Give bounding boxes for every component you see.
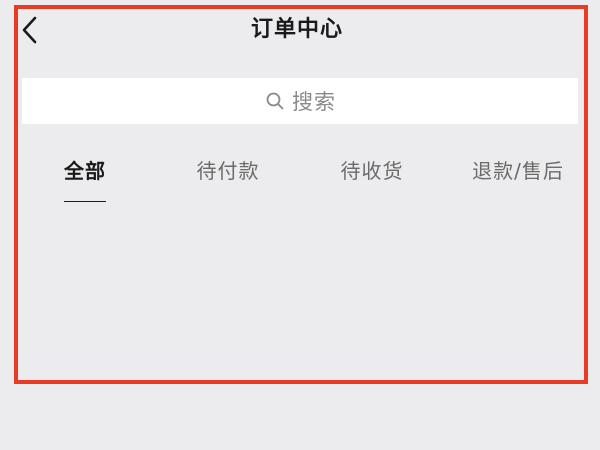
active-tab-indicator: [64, 201, 106, 202]
search-icon: [264, 90, 286, 112]
order-status-tabs: 全部 待付款 待收货 退款/售后: [22, 146, 578, 206]
search-input[interactable]: 搜索: [22, 78, 578, 124]
tab-all[interactable]: 全部: [60, 146, 110, 202]
tab-refund-after-sales[interactable]: 退款/售后: [466, 146, 570, 202]
order-center-screen: 订单中心 搜索 全部 待付款 待收货 退款/售后: [0, 0, 600, 450]
tab-label: 待收货: [340, 159, 404, 183]
tab-label: 待付款: [196, 159, 260, 183]
page-title: 订单中心: [250, 17, 343, 42]
search-placeholder: 搜索: [292, 90, 336, 114]
tab-label: 全部: [64, 159, 106, 183]
order-list-area: [22, 210, 578, 376]
tab-pending-payment[interactable]: 待付款: [192, 146, 264, 202]
tab-label: 退款/售后: [472, 159, 564, 183]
tab-pending-receipt[interactable]: 待收货: [336, 146, 408, 202]
